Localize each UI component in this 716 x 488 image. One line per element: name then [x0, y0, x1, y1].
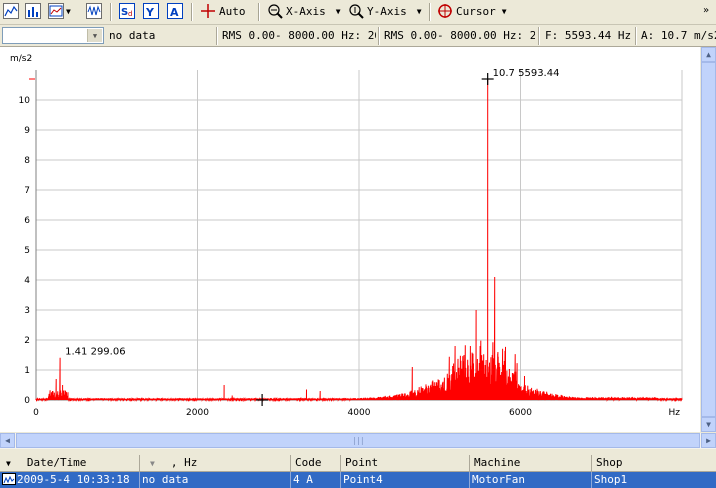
svg-text:A: A	[170, 6, 179, 18]
bar-chart-icon	[25, 3, 41, 19]
amplitude-status: A: 10.7 m/s2	[641, 29, 716, 42]
x-axis-label: Hz	[669, 408, 681, 418]
row-cell-machine[interactable]: MotorFan	[470, 472, 592, 488]
peak-annotation: 10.7 5593.44	[493, 68, 560, 79]
cursor-label: Cursor	[456, 4, 496, 18]
amplitude-icon: A	[167, 3, 183, 19]
x-tick-label: 0	[33, 408, 39, 418]
column-header-datetime[interactable]: ▼ Date/Time	[0, 455, 140, 471]
status-separator	[635, 27, 637, 45]
y-tick-label: 3	[24, 306, 30, 316]
horizontal-scroll-thumb[interactable]: |||	[16, 433, 700, 448]
y-axis-label: m/s2	[10, 54, 32, 64]
y-scale-button[interactable]: Y	[143, 2, 159, 20]
row-cell-shop[interactable]: Shop1	[592, 472, 716, 488]
vertical-scrollbar[interactable]: ▲ ▼	[701, 47, 716, 432]
chevron-down-icon[interactable]: ▼	[87, 29, 102, 42]
frequency-status: F: 5593.44 Hz	[545, 29, 632, 42]
y-tick-label: 4	[24, 276, 30, 286]
toolbar-separator	[191, 3, 193, 21]
chevron-down-icon: ▼	[66, 6, 71, 16]
grip-icon: |||	[352, 436, 364, 445]
chevron-down-icon: ▼	[150, 459, 155, 468]
vertical-scroll-thumb[interactable]	[701, 62, 716, 417]
column-header-machine[interactable]: Machine	[470, 455, 592, 471]
cursor-target-icon	[438, 4, 452, 18]
column-header-hz[interactable]: ▼, Hz	[140, 455, 291, 471]
rms-status-1: RMS 0.00- 8000.00 Hz: 26.	[222, 29, 376, 42]
y-tick-label: 7	[24, 186, 30, 196]
y-tick-label: 8	[24, 156, 30, 166]
y-scale-icon: Y	[143, 3, 159, 19]
spectrum-plot[interactable]: 0 1 2 3 4 5 6 7 8 9 10 0 2000 4000 6000 m/s2 Hz 1.41 299.…	[0, 47, 700, 432]
chevron-down-icon: ▼	[335, 6, 341, 16]
cursor-button[interactable]: Cursor ▼	[437, 2, 507, 20]
column-header-point[interactable]: Point	[341, 455, 470, 471]
y-tick-label: 9	[24, 126, 30, 136]
toolbar: ▼ Sd Y A Auto X-Axis ▼ Y-Axis ▼ Cursor ▼…	[0, 0, 716, 25]
waveform-icon	[86, 3, 102, 19]
x-tick-label: 2000	[186, 408, 209, 418]
y-tick-label: 2	[24, 336, 30, 346]
scroll-down-icon[interactable]: ▼	[701, 417, 716, 432]
scale-button[interactable]: Sd	[119, 2, 135, 20]
spectrum-view-button[interactable]	[3, 2, 19, 20]
crosshair-icon	[201, 4, 215, 18]
x-axis-button[interactable]: X-Axis ▼	[267, 2, 341, 20]
spectrum-chart[interactable]: 0 1 2 3 4 5 6 7 8 9 10 0 2000 4000 6000 m/s2 Hz 1.41 299.…	[0, 47, 700, 432]
chevron-down-icon: ▼	[416, 6, 422, 16]
y-tick-label: 5	[24, 246, 30, 256]
record-icon	[2, 473, 16, 485]
line-chart-icon	[3, 3, 19, 19]
y-axis-label: Y-Axis	[367, 4, 407, 18]
y-tick-label: 0	[24, 396, 30, 406]
column-header-shop[interactable]: Shop	[592, 455, 716, 471]
svg-text:d: d	[128, 10, 132, 18]
y-tick-label: 10	[19, 96, 31, 106]
row-cell-hz[interactable]: no data	[140, 472, 291, 488]
row-cell-datetime[interactable]: 2009-5-4 10:33:18	[0, 472, 140, 488]
zoom-y-icon	[349, 4, 364, 19]
peak-annotation: 1.41 299.06	[65, 347, 125, 358]
column-header-code[interactable]: Code	[291, 455, 341, 471]
bar-view-button[interactable]	[25, 2, 41, 20]
chart-options-button[interactable]: ▼	[48, 2, 71, 20]
scale-icon: Sd	[119, 3, 135, 19]
svg-text:Y: Y	[145, 6, 155, 18]
chevron-down-icon: ▼	[501, 6, 507, 16]
status-separator	[378, 27, 380, 45]
chevron-down-icon: ▼	[6, 459, 11, 468]
toolbar-separator	[258, 3, 260, 21]
toolbar-separator	[110, 3, 112, 21]
toolbar-separator	[429, 3, 431, 21]
x-axis-label: X-Axis	[286, 4, 326, 18]
scroll-up-icon[interactable]: ▲	[701, 47, 716, 62]
channel-combo[interactable]: ▼	[2, 27, 104, 44]
y-tick-label: 6	[24, 216, 30, 226]
row-cell-point[interactable]: Point4	[341, 472, 470, 488]
auto-button[interactable]: Auto	[200, 2, 246, 20]
x-tick-label: 6000	[509, 408, 532, 418]
toolbar-overflow-button[interactable]: »	[703, 1, 709, 19]
y-tick-label: 1	[24, 366, 30, 376]
status-separator	[538, 27, 540, 45]
amplitude-button[interactable]: A	[167, 2, 183, 20]
no-data-status: no data	[109, 29, 156, 42]
data-grid-header: ▼ Date/Time ▼, Hz Code Point Machine Shop	[0, 455, 716, 472]
zoom-x-icon	[268, 4, 283, 19]
waveform-button[interactable]	[86, 2, 102, 20]
scroll-left-icon[interactable]: ◀	[0, 433, 15, 448]
x-tick-label: 4000	[348, 408, 371, 418]
row-cell-code[interactable]: 4 A	[291, 472, 341, 488]
status-separator	[216, 27, 218, 45]
rms-status-2: RMS 0.00- 8000.00 Hz: 26.(	[384, 29, 535, 42]
status-bar: ▼ no data RMS 0.00- 8000.00 Hz: 26. RMS …	[0, 25, 716, 47]
multi-chart-icon	[48, 3, 64, 19]
scroll-right-icon[interactable]: ▶	[701, 433, 716, 448]
y-axis-button[interactable]: Y-Axis ▼	[348, 2, 422, 20]
horizontal-scrollbar[interactable]: ◀ ||| ▶	[0, 433, 716, 449]
auto-label: Auto	[219, 4, 246, 18]
table-row[interactable]: 2009-5-4 10:33:18 no data 4 A Point4 Mot…	[0, 472, 716, 488]
chevron-right-double-icon: »	[703, 4, 710, 16]
